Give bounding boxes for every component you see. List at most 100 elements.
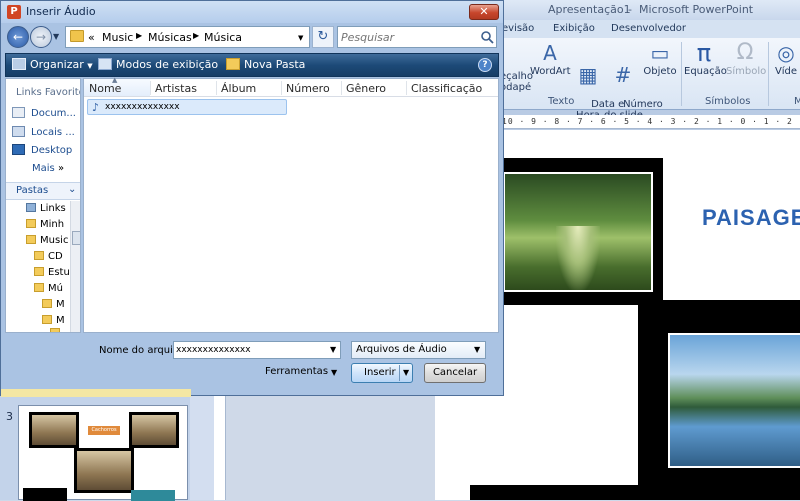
breadcrumb-musica[interactable]: Música bbox=[204, 31, 242, 44]
column-number[interactable]: Número bbox=[286, 82, 330, 95]
search-icon[interactable] bbox=[480, 30, 494, 44]
thumbnail-tag: Cachorros bbox=[88, 426, 120, 435]
breadcrumb-music[interactable]: Music bbox=[102, 31, 133, 44]
tree-item-m3[interactable] bbox=[50, 328, 64, 332]
address-bar[interactable]: « Music ▶ Músicas ▶ Música ▼ bbox=[65, 26, 310, 48]
column-headers: ▲ Nome Artistas Álbum Número Gênero Clas… bbox=[84, 76, 498, 97]
search-box[interactable] bbox=[337, 26, 497, 48]
tree-item-label: M bbox=[56, 299, 65, 310]
pi-icon: π bbox=[696, 39, 712, 67]
more-links-button[interactable]: Mais » bbox=[32, 163, 64, 174]
wordart-button[interactable]: A WordArt bbox=[530, 42, 571, 77]
search-input[interactable] bbox=[341, 29, 476, 45]
views-icon bbox=[98, 58, 112, 70]
split-divider bbox=[399, 365, 400, 381]
header-footer-button[interactable]: eçalho odapé bbox=[500, 71, 534, 93]
video-button[interactable]: ◎ Víde bbox=[772, 42, 800, 77]
column-separator[interactable] bbox=[150, 81, 151, 95]
ribbon: eçalho odapé A WordArt ▦ Data e Hora # N… bbox=[500, 38, 800, 121]
slide-thumbnail-3[interactable] bbox=[18, 405, 188, 501]
filename-combobox[interactable]: ▼ bbox=[173, 341, 341, 359]
chevron-down-icon[interactable]: ▼ bbox=[403, 368, 409, 377]
favorite-desktop-label: Desktop bbox=[31, 145, 73, 156]
tree-item-label: Music bbox=[40, 235, 69, 246]
navigation-scrollbar[interactable] bbox=[70, 201, 80, 332]
tree-item-estu[interactable]: Estu bbox=[34, 267, 70, 278]
views-button[interactable]: Modos de exibição ▼ bbox=[98, 58, 233, 71]
slide-thumbnail-number: 3 bbox=[6, 410, 13, 423]
tree-item-label: M bbox=[56, 315, 65, 326]
thumbnail-photo bbox=[131, 490, 175, 501]
thumbnail-photo bbox=[29, 412, 79, 448]
more-links-label: Mais bbox=[32, 163, 55, 174]
header-footer-label: eçalho odapé bbox=[500, 71, 534, 93]
column-album[interactable]: Álbum bbox=[221, 82, 256, 95]
help-icon: ? bbox=[482, 60, 488, 70]
date-time-icon: ▦ bbox=[578, 63, 598, 87]
address-dropdown-icon[interactable]: ▼ bbox=[298, 34, 303, 42]
help-button[interactable]: ? bbox=[478, 58, 492, 72]
breadcrumb-musicas[interactable]: Músicas bbox=[148, 31, 192, 44]
tree-item-m1[interactable]: M bbox=[42, 299, 65, 310]
new-folder-button[interactable]: Nova Pasta bbox=[226, 58, 305, 71]
back-button[interactable]: ← bbox=[7, 26, 29, 48]
folder-icon bbox=[26, 219, 36, 228]
chevron-down-icon[interactable]: ▼ bbox=[330, 345, 336, 354]
group-label-simbolos: Símbolos bbox=[705, 96, 751, 107]
tree-item-cd[interactable]: CD bbox=[34, 251, 63, 262]
column-separator[interactable] bbox=[281, 81, 282, 95]
chevron-down-icon[interactable]: ▼ bbox=[331, 368, 337, 377]
recent-pages-button[interactable]: ▼ bbox=[53, 32, 59, 41]
slides-panel-scrollbar[interactable] bbox=[190, 395, 214, 500]
folders-header[interactable]: Pastas ⌄ bbox=[6, 182, 80, 200]
organize-button[interactable]: Organizar ▼ bbox=[12, 58, 93, 71]
folder-icon bbox=[70, 30, 84, 42]
breadcrumb-separator-icon[interactable]: ▶ bbox=[193, 31, 199, 40]
file-row[interactable]: ♪ xxxxxxxxxxxxxx bbox=[87, 99, 287, 115]
slide-title[interactable]: PAISAGEN bbox=[702, 205, 800, 231]
back-arrow-icon: ← bbox=[12, 30, 24, 44]
organize-icon bbox=[12, 58, 26, 70]
tools-button[interactable]: Ferramentas bbox=[265, 366, 328, 377]
forest-photo-frame bbox=[497, 158, 663, 301]
dialog-titlebar[interactable]: P Inserir Áudio ✕ bbox=[1, 1, 503, 23]
chevron-down-icon: ⌄ bbox=[68, 184, 77, 195]
insert-audio-dialog: P Inserir Áudio ✕ ← → ▼ « Music ▶ Música… bbox=[0, 0, 504, 397]
close-button[interactable]: ✕ bbox=[469, 4, 499, 20]
insert-button[interactable]: Inserir ▼ bbox=[351, 363, 413, 383]
column-artists[interactable]: Artistas bbox=[155, 82, 197, 95]
object-button[interactable]: ▭ Objeto bbox=[643, 42, 677, 77]
column-genre[interactable]: Gênero bbox=[346, 82, 386, 95]
symbol-button[interactable]: Ω Símbolo bbox=[726, 42, 766, 78]
tab-revisao[interactable]: evisão bbox=[502, 23, 534, 34]
forward-button[interactable]: → bbox=[30, 26, 52, 48]
tree-item-music[interactable]: Music bbox=[26, 235, 68, 246]
column-separator[interactable] bbox=[341, 81, 342, 95]
thumbnail-photo bbox=[74, 448, 134, 493]
column-separator[interactable] bbox=[406, 81, 407, 95]
object-icon: ▭ bbox=[650, 41, 670, 65]
tab-exibicao[interactable]: Exibição bbox=[553, 23, 595, 34]
favorite-recent-places[interactable]: Locais ... bbox=[12, 126, 75, 138]
folder-icon bbox=[26, 235, 36, 244]
filename-input[interactable] bbox=[176, 343, 324, 357]
equation-button[interactable]: π Equação bbox=[684, 39, 727, 77]
tree-item-minha[interactable]: Minh bbox=[26, 219, 64, 230]
tree-item-links[interactable]: Links bbox=[26, 203, 66, 214]
vertical-ruler bbox=[214, 395, 226, 500]
scrollbar-thumb[interactable] bbox=[72, 231, 80, 245]
favorite-documents[interactable]: Docum... bbox=[12, 107, 76, 119]
column-name[interactable]: Nome bbox=[89, 82, 121, 95]
tree-item-m2[interactable]: M bbox=[42, 315, 65, 326]
cancel-button[interactable]: Cancelar bbox=[424, 363, 486, 383]
column-rating[interactable]: Classificação bbox=[411, 82, 482, 95]
breadcrumb-overflow[interactable]: « bbox=[88, 31, 95, 44]
new-folder-label: Nova Pasta bbox=[244, 58, 306, 71]
file-type-select[interactable]: Arquivos de Áudio ▼ bbox=[351, 341, 486, 359]
tab-desenvolvedor[interactable]: Desenvolvedor bbox=[611, 23, 686, 34]
favorite-desktop[interactable]: Desktop bbox=[12, 144, 72, 156]
column-separator[interactable] bbox=[216, 81, 217, 95]
breadcrumb-separator-icon[interactable]: ▶ bbox=[136, 31, 142, 40]
refresh-button[interactable]: ↻ bbox=[312, 26, 334, 48]
tree-item-musicas[interactable]: Mú bbox=[34, 283, 63, 294]
